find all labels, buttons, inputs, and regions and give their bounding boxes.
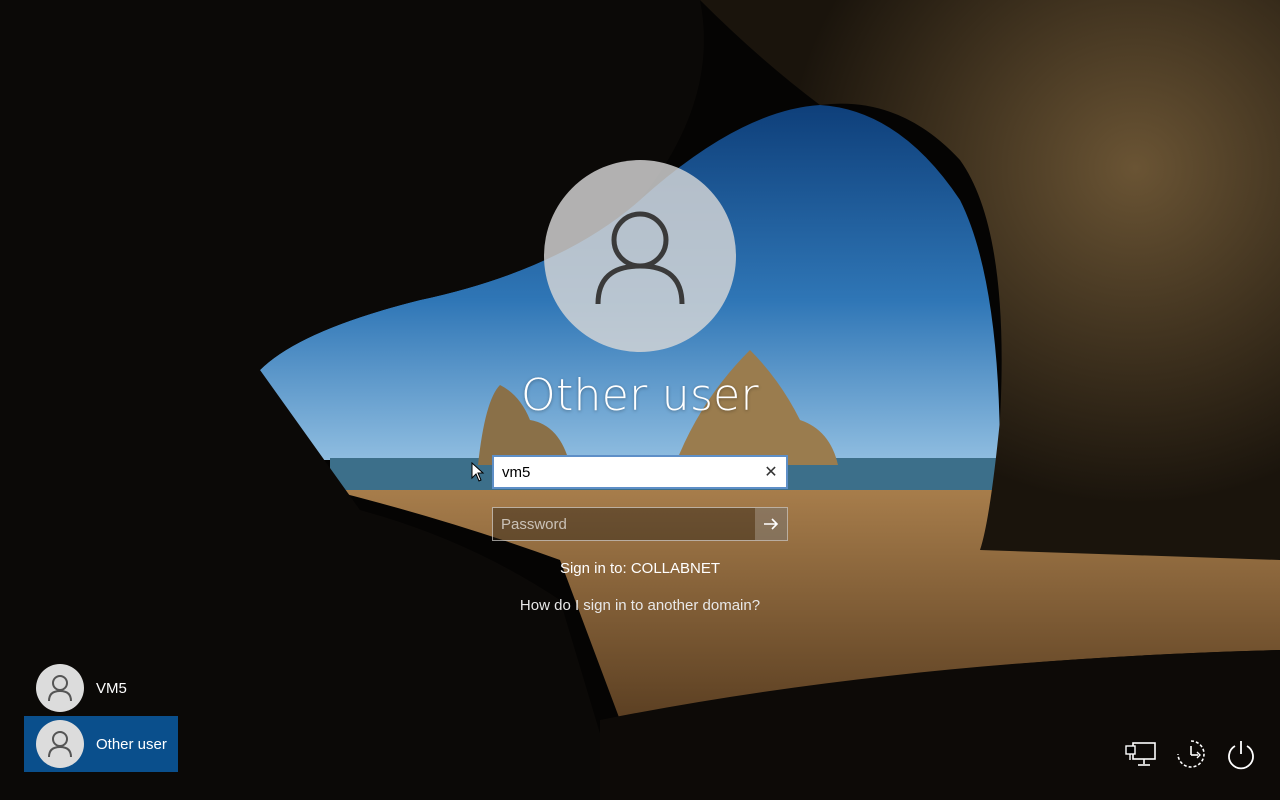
network-icon: [1125, 742, 1156, 766]
power-icon: [1228, 741, 1254, 770]
system-tray: [1124, 736, 1258, 772]
page-title: Other user: [521, 370, 759, 421]
mouse-pointer-icon: [471, 462, 485, 482]
user-icon: [595, 211, 685, 305]
user-item-other-user[interactable]: Other user: [24, 716, 178, 772]
ease-of-access-icon: [1177, 740, 1205, 768]
clear-button[interactable]: ✕: [756, 457, 786, 487]
avatar: [36, 664, 84, 712]
user-item-label: Other user: [96, 735, 167, 753]
password-input[interactable]: [493, 508, 755, 540]
user-switcher-list: VM5 Other user: [24, 660, 178, 772]
submit-button[interactable]: [755, 508, 787, 540]
another-domain-help-link[interactable]: How do I sign in to another domain?: [0, 597, 1280, 614]
user-item-vm5[interactable]: VM5: [24, 660, 178, 716]
username-input[interactable]: [494, 457, 756, 487]
username-field-box: ✕: [492, 455, 788, 489]
arrow-right-icon: [764, 518, 779, 530]
user-icon: [48, 731, 72, 758]
user-icon: [48, 675, 72, 702]
ease-of-access-button[interactable]: [1174, 736, 1208, 772]
user-avatar: [544, 160, 736, 352]
avatar: [36, 720, 84, 768]
network-button[interactable]: [1124, 736, 1158, 772]
close-icon: ✕: [764, 464, 778, 481]
power-button[interactable]: [1224, 736, 1258, 772]
sign-in-domain-text: Sign in to: COLLABNET: [559, 560, 721, 577]
password-field-box: [492, 507, 788, 541]
user-item-label: VM5: [96, 679, 127, 697]
